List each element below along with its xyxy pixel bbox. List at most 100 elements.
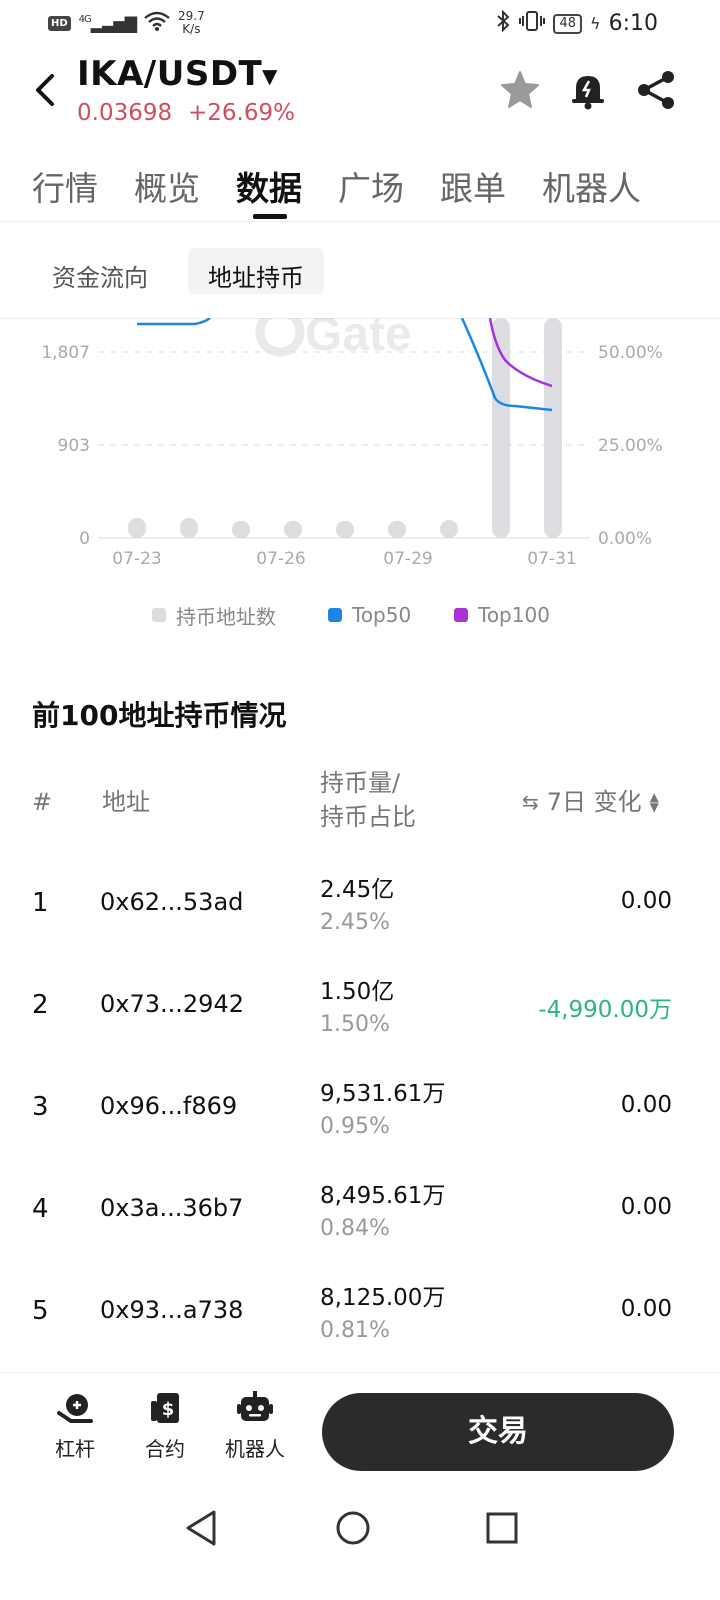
subtab-fund-flow[interactable]: 资金流向 [52,248,148,294]
robot-button[interactable]: 机器人 [220,1391,290,1462]
col-header-amount: 持币量/持币占比 [320,769,416,831]
row-ratio: 1.50% [320,1012,390,1037]
hd-badge: HD [48,15,71,31]
y-left-tick: 903 [58,436,90,456]
chart-bar [388,521,406,538]
row-change: 0.00 [620,1296,672,1322]
leverage-label: 杠杆 [55,1437,95,1461]
subtab-address-holdings[interactable]: 地址持币 [188,248,324,294]
row-amount: 8,125.00万 [320,1285,446,1311]
row-index: 4 [32,1194,49,1224]
charging-icon: ϟ [590,14,601,33]
holdings-chart[interactable]: Gate 1,807 903 0 50.00% 25.00% 0.00% 07-… [0,307,720,578]
svg-text:Gate: Gate [305,318,412,361]
y-left-tick: 1,807 [41,343,90,363]
legend-top50[interactable]: Top50 [328,600,411,630]
tab-data[interactable]: 数据 [236,162,302,210]
nav-home-button[interactable] [336,1511,370,1545]
circle-home-icon [336,1511,370,1545]
y-right-tick: 25.00% [598,436,663,456]
y-left-tick: 0 [79,529,90,549]
swap-icon[interactable]: ⇆ [522,785,539,819]
pair-title[interactable]: IKA/USDT [77,54,262,94]
row-address[interactable]: 0x96...f869 [100,1092,237,1120]
legend-label: Top50 [352,603,412,627]
legend-swatch [328,608,342,622]
vibrate-icon [519,10,546,37]
svg-text:$: $ [162,1399,175,1420]
tab-copy-trading[interactable]: 跟单 [440,162,506,210]
nav-recents-button[interactable] [486,1512,518,1544]
row-change: 0.00 [620,888,672,914]
clock: 6:10 [608,11,658,36]
sort-icon[interactable]: ▲ ▼ [650,791,659,813]
chart-bar [440,520,458,538]
row-address[interactable]: 0x62...53ad [100,888,243,916]
legend-top100[interactable]: Top100 [454,600,550,630]
wifi-icon [144,11,170,36]
triangle-back-icon [186,1510,216,1546]
contract-label: 合约 [145,1437,185,1461]
section-title: 前100地址持币情况 [32,699,287,732]
row-address[interactable]: 0x73...2942 [100,990,244,1018]
battery-indicator: 48 [553,13,583,34]
tab-overview[interactable]: 概览 [134,162,200,210]
row-amount: 1.50亿 [320,979,395,1005]
tab-market[interactable]: 行情 [32,162,98,210]
legend-label: 持币地址数 [176,604,276,629]
tab-square[interactable]: 广场 [338,162,404,210]
row-index: 2 [32,990,49,1020]
top50-line [137,316,211,326]
row-index: 1 [32,888,49,918]
row-ratio: 0.95% [320,1114,390,1139]
robot-label: 机器人 [225,1437,285,1461]
status-bar: HD 4G▂▃▅▇ 29.7 K/s 48 ϟ 6:10 [0,0,720,48]
contract-icon: $ [151,1393,179,1423]
col-header-change[interactable]: ⇆ 7日 变化 ▲ ▼ [522,785,659,819]
row-ratio: 2.45% [320,910,390,935]
x-tick: 07-29 [383,549,432,569]
chart-bar [544,318,562,538]
share-icon [638,71,674,109]
watermark-logo: Gate [255,307,412,361]
chart-bar [284,521,302,538]
row-change: 0.00 [620,1092,672,1118]
row-ratio: 0.84% [320,1216,390,1241]
chevron-left-icon [36,74,54,106]
leverage-button[interactable]: 杠杆 [40,1391,110,1462]
chart-bar [128,518,146,538]
share-button[interactable] [634,68,678,112]
square-recents-icon [486,1512,518,1544]
row-index: 3 [32,1092,49,1122]
trade-button[interactable]: 交易 [322,1393,674,1471]
tab-robot[interactable]: 机器人 [542,162,641,210]
chart-bar [232,521,250,538]
robot-icon [237,1391,273,1421]
price-change: +26.69% [188,100,295,126]
chart-bar [336,521,354,538]
system-nav-bar [0,1490,720,1600]
signal-icon: 4G▂▃▅▇ [78,13,137,33]
row-address[interactable]: 0x3a...36b7 [100,1194,243,1222]
caret-down-icon[interactable]: ▼ [262,64,277,88]
legend-swatch [152,608,166,622]
legend-addresses[interactable]: 持币地址数 [152,600,276,630]
main-tabs: 行情 概览 数据 广场 跟单 机器人 [0,156,720,222]
row-amount: 2.45亿 [320,877,395,903]
row-change: -4,990.00万 [538,997,672,1023]
legend-swatch [454,608,468,622]
leverage-icon [57,1394,93,1423]
last-price: 0.03698 [77,100,173,126]
nav-back-button[interactable] [186,1510,216,1546]
contract-button[interactable]: $ 合约 [130,1391,200,1462]
y-right-tick: 50.00% [598,343,663,363]
favorite-button[interactable] [498,68,542,112]
net-speed: 29.7 K/s [178,9,205,36]
row-address[interactable]: 0x93...a738 [100,1296,243,1324]
row-amount: 8,495.61万 [320,1183,446,1209]
col-header-index: # [32,788,53,816]
x-tick: 07-23 [112,549,161,569]
row-ratio: 0.81% [320,1318,390,1343]
price-alert-button[interactable] [566,68,610,112]
back-button[interactable] [30,70,60,110]
